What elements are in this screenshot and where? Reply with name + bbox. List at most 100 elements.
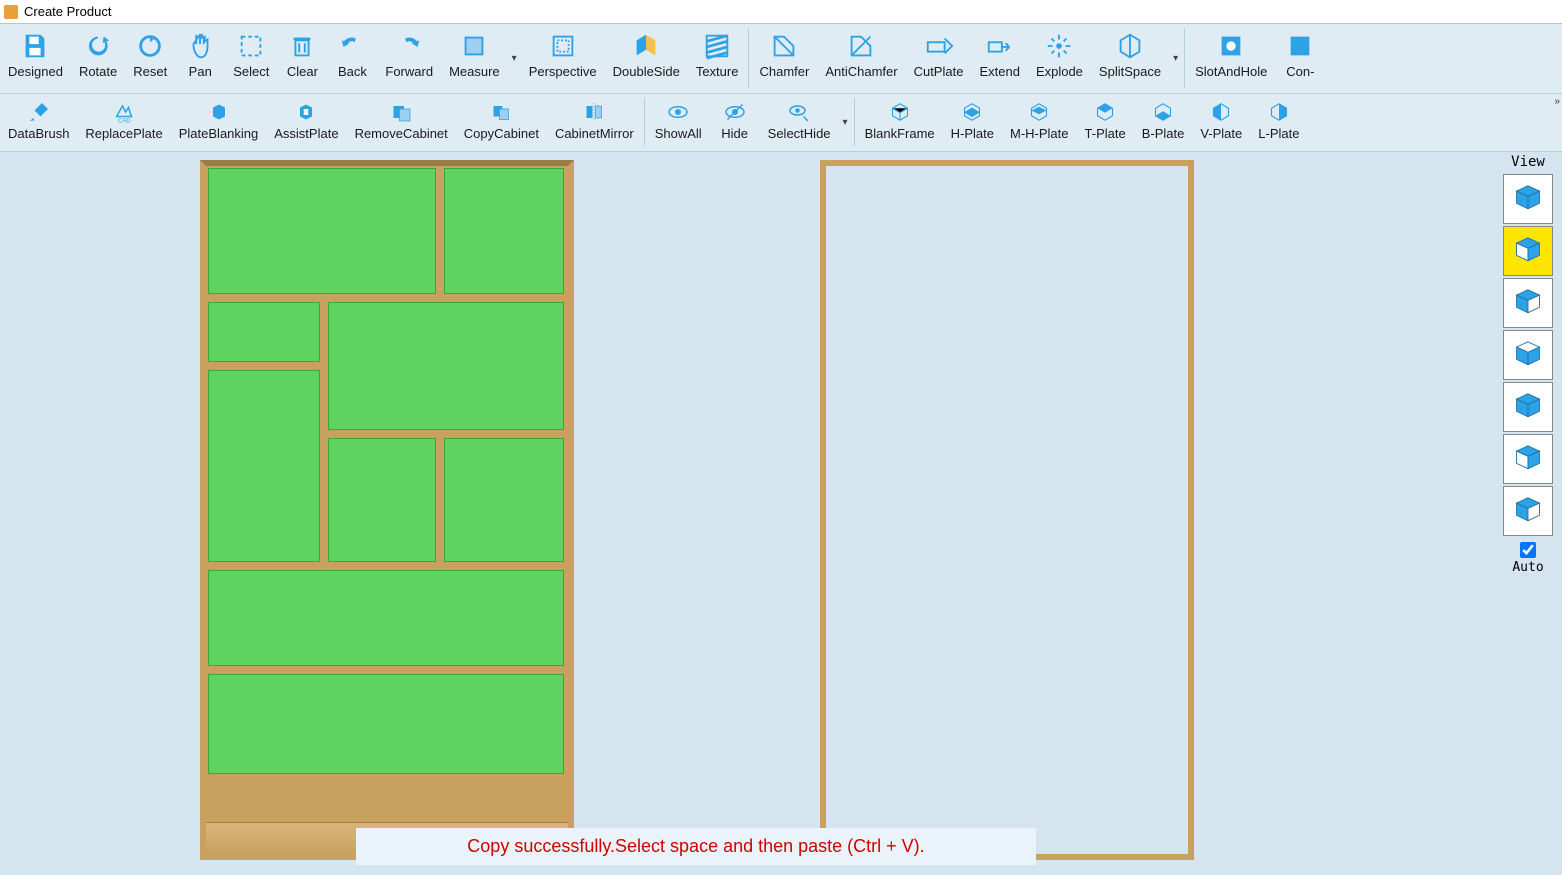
toolbar-separator: [1184, 28, 1185, 88]
mhplate-button[interactable]: M-H-Plate: [1002, 94, 1077, 151]
view-auto-checkbox[interactable]: [1520, 542, 1536, 558]
texture-icon: [702, 28, 732, 64]
view-bottom-button[interactable]: [1503, 434, 1553, 484]
panel[interactable]: [444, 168, 564, 294]
assistplate-button[interactable]: AssistPlate: [266, 94, 346, 151]
panel[interactable]: [208, 570, 564, 666]
persp-icon: [548, 28, 578, 64]
view-left-button[interactable]: [1503, 278, 1553, 328]
hplate-button[interactable]: H-Plate: [943, 94, 1002, 151]
perspective-label: Perspective: [529, 64, 597, 79]
pan-button[interactable]: Pan: [175, 24, 225, 93]
double-icon: [631, 28, 661, 64]
lplate-button[interactable]: L-Plate: [1250, 94, 1307, 151]
canvas-area[interactable]: Copy successfully.Select space and then …: [0, 152, 1562, 875]
overflow-indicator[interactable]: »: [1554, 96, 1560, 107]
back-label: Back: [338, 64, 367, 79]
panel[interactable]: [208, 168, 436, 294]
clear-button[interactable]: Clear: [277, 24, 327, 93]
vplate-button[interactable]: V-Plate: [1192, 94, 1250, 151]
con-label: Con-: [1286, 64, 1314, 79]
plateblanking-label: PlateBlanking: [179, 126, 259, 141]
slotandhole-button[interactable]: SlotAndHole: [1187, 24, 1275, 93]
explode-button[interactable]: Explode: [1028, 24, 1091, 93]
blankframe-button[interactable]: BlankFrame: [857, 94, 943, 151]
cube-h-icon: [960, 98, 984, 126]
view-title: View: [1511, 154, 1545, 170]
cube-l-icon: [1267, 98, 1291, 126]
cabinet-left[interactable]: [200, 160, 574, 860]
plateblanking-button[interactable]: PlateBlanking: [171, 94, 267, 151]
view-top-button[interactable]: [1503, 382, 1553, 432]
select-button[interactable]: Select: [225, 24, 277, 93]
showall-button[interactable]: ShowAll: [647, 94, 710, 151]
dropdown-arrow-icon[interactable]: ▾: [839, 117, 852, 128]
reset-icon: [135, 28, 165, 64]
hplate-label: H-Plate: [951, 126, 994, 141]
forward-label: Forward: [385, 64, 433, 79]
back-button[interactable]: Back: [327, 24, 377, 93]
tplate-button[interactable]: T-Plate: [1077, 94, 1134, 151]
cutplate-icon: [924, 28, 954, 64]
extend-icon: [985, 28, 1015, 64]
panel[interactable]: [444, 438, 564, 562]
measure-button[interactable]: Measure: [441, 24, 508, 93]
cube-mh-icon: [1027, 98, 1051, 126]
panel[interactable]: [328, 438, 436, 562]
bplate-button[interactable]: B-Plate: [1134, 94, 1193, 151]
dropdown-arrow-icon[interactable]: ▾: [508, 53, 521, 64]
toolbar-secondary: DataBrushCAD ReplacePlate PlateBlanking …: [0, 94, 1562, 152]
mirror-icon: [582, 98, 606, 126]
extend-button[interactable]: Extend: [971, 24, 1027, 93]
texture-label: Texture: [696, 64, 739, 79]
view-front-button[interactable]: [1503, 226, 1553, 276]
vplate-label: V-Plate: [1200, 126, 1242, 141]
hide-button[interactable]: Hide: [710, 94, 760, 151]
titlebar: Create Product: [0, 0, 1562, 24]
dropdown-arrow-icon[interactable]: ▾: [1169, 53, 1182, 64]
eyeoff-icon: [723, 98, 747, 126]
view-auto[interactable]: Auto: [1512, 542, 1543, 575]
databrush-label: DataBrush: [8, 126, 69, 141]
splitspace-button[interactable]: SplitSpace: [1091, 24, 1169, 93]
panel[interactable]: [208, 370, 320, 562]
designed-button[interactable]: Designed: [0, 24, 71, 93]
panel[interactable]: [208, 674, 564, 774]
forward-button[interactable]: Forward: [377, 24, 441, 93]
cabinet-right[interactable]: [820, 160, 1194, 860]
chamfer-button[interactable]: Chamfer: [751, 24, 817, 93]
cutplate-button[interactable]: CutPlate: [906, 24, 972, 93]
assistplate-label: AssistPlate: [274, 126, 338, 141]
redo-icon: [394, 28, 424, 64]
doubleside-label: DoubleSide: [613, 64, 680, 79]
toolbar-main: Designed Rotate Reset Pan Select Clear B…: [0, 24, 1562, 94]
copycabinet-button[interactable]: CopyCabinet: [456, 94, 547, 151]
cabinet-left-inner: [206, 166, 568, 854]
antichamfer-button[interactable]: AntiChamfer: [817, 24, 905, 93]
copycab-icon: [489, 98, 513, 126]
cube-b-icon: [1151, 98, 1175, 126]
con-button[interactable]: Con-: [1275, 24, 1325, 93]
chamfer-icon: [769, 28, 799, 64]
reset-button[interactable]: Reset: [125, 24, 175, 93]
cube-t-icon: [1093, 98, 1117, 126]
view-back-view-button[interactable]: [1503, 486, 1553, 536]
measure-icon: [459, 28, 489, 64]
panel[interactable]: [328, 302, 564, 430]
select-label: Select: [233, 64, 269, 79]
doubleside-button[interactable]: DoubleSide: [605, 24, 688, 93]
perspective-button[interactable]: Perspective: [521, 24, 605, 93]
replaceplate-button[interactable]: CAD ReplacePlate: [77, 94, 170, 151]
rotate-button[interactable]: Rotate: [71, 24, 125, 93]
removecabinet-button[interactable]: RemoveCabinet: [347, 94, 456, 151]
removecab-icon: [389, 98, 413, 126]
cabinetmirror-button[interactable]: CabinetMirror: [547, 94, 642, 151]
slotandhole-label: SlotAndHole: [1195, 64, 1267, 79]
texture-button[interactable]: Texture: [688, 24, 747, 93]
databrush-button[interactable]: DataBrush: [0, 94, 77, 151]
panel[interactable]: [208, 302, 320, 362]
view-right-button[interactable]: [1503, 330, 1553, 380]
view-iso-button[interactable]: [1503, 174, 1553, 224]
lplate-label: L-Plate: [1258, 126, 1299, 141]
selecthide-button[interactable]: SelectHide: [760, 94, 839, 151]
